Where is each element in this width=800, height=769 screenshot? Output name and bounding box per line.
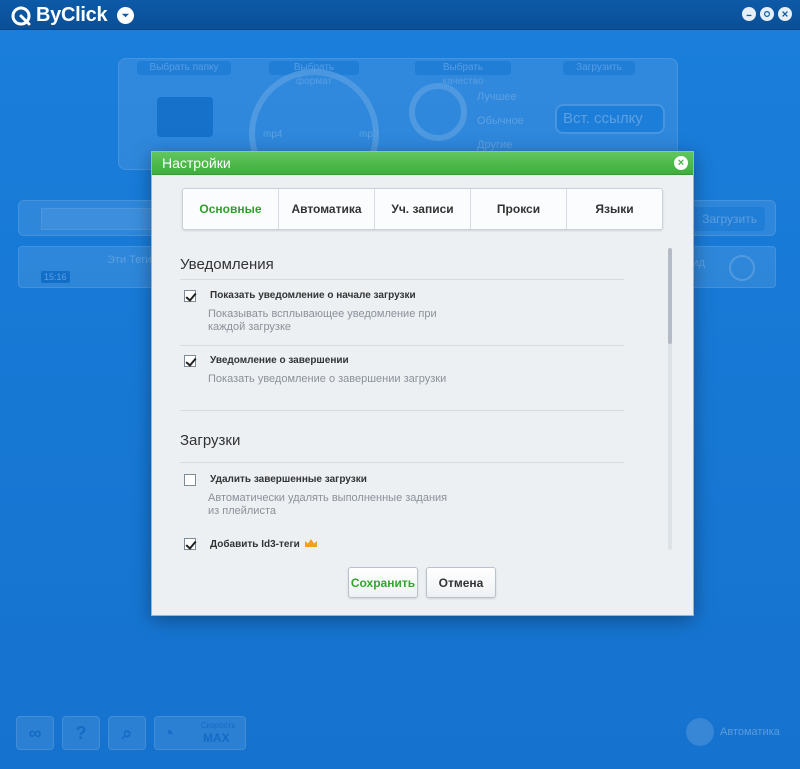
minimize-icon xyxy=(746,14,752,17)
id3-tags-checkbox[interactable] xyxy=(184,538,196,550)
tab-general[interactable]: Основные xyxy=(183,189,279,229)
option-label: Добавить Id3-теги xyxy=(210,539,300,550)
tab-accounts[interactable]: Уч. записи xyxy=(375,189,471,229)
byclick-logo-icon xyxy=(11,6,31,25)
save-button[interactable]: Сохранить xyxy=(348,567,418,598)
close-button[interactable] xyxy=(778,7,792,21)
divider xyxy=(180,410,624,411)
settings-tabs: Основные Автоматика Уч. записи Прокси Яз… xyxy=(182,188,663,230)
remove-completed-checkbox[interactable] xyxy=(184,474,196,486)
title-bar: ByClick xyxy=(0,0,800,30)
app-logo: ByClick xyxy=(10,4,135,27)
section-title-notifications: Уведомления xyxy=(180,256,274,273)
app-menu-button[interactable] xyxy=(117,7,135,24)
dialog-buttons: Сохранить Отмена xyxy=(348,567,496,598)
settings-dialog: Настройки × Основные Автоматика Уч. запи… xyxy=(151,151,694,616)
divider xyxy=(180,345,624,346)
option-label-id3: Добавить Id3-теги xyxy=(210,538,318,550)
dialog-title: Настройки xyxy=(162,155,231,171)
window-controls xyxy=(742,7,792,21)
close-icon xyxy=(782,11,788,17)
notify-finish-checkbox[interactable] xyxy=(184,355,196,367)
divider xyxy=(180,279,624,280)
close-icon: × xyxy=(677,157,685,169)
maximize-icon xyxy=(764,11,770,17)
option-label: Удалить завершенные загрузки xyxy=(210,474,367,485)
option-label: Показать уведомление о начале загрузки xyxy=(210,290,416,301)
cancel-button[interactable]: Отмена xyxy=(426,567,496,598)
settings-content: Уведомления Показать уведомление о начал… xyxy=(180,248,670,554)
option-description: Показывать всплывающее уведомление при к… xyxy=(208,308,437,333)
divider xyxy=(180,462,624,463)
option-label: Уведомление о завершении xyxy=(210,355,349,366)
dialog-title-bar: Настройки × xyxy=(152,152,693,175)
option-description: Автоматически удалять выполненные задани… xyxy=(208,492,448,517)
app-name: ByClick xyxy=(36,4,108,26)
minimize-button[interactable] xyxy=(742,7,756,21)
tab-automation[interactable]: Автоматика xyxy=(279,189,375,229)
tab-proxy[interactable]: Прокси xyxy=(471,189,567,229)
maximize-button[interactable] xyxy=(760,7,774,21)
notify-start-checkbox[interactable] xyxy=(184,290,196,302)
tab-languages[interactable]: Языки xyxy=(567,189,662,229)
option-description: Показать уведомление о завершении загруз… xyxy=(208,373,447,385)
dialog-close-button[interactable]: × xyxy=(674,156,688,170)
chevron-down-icon xyxy=(122,13,130,18)
section-title-downloads: Загрузки xyxy=(180,432,241,449)
scrollbar-thumb[interactable] xyxy=(668,248,672,344)
crown-icon xyxy=(304,539,317,547)
